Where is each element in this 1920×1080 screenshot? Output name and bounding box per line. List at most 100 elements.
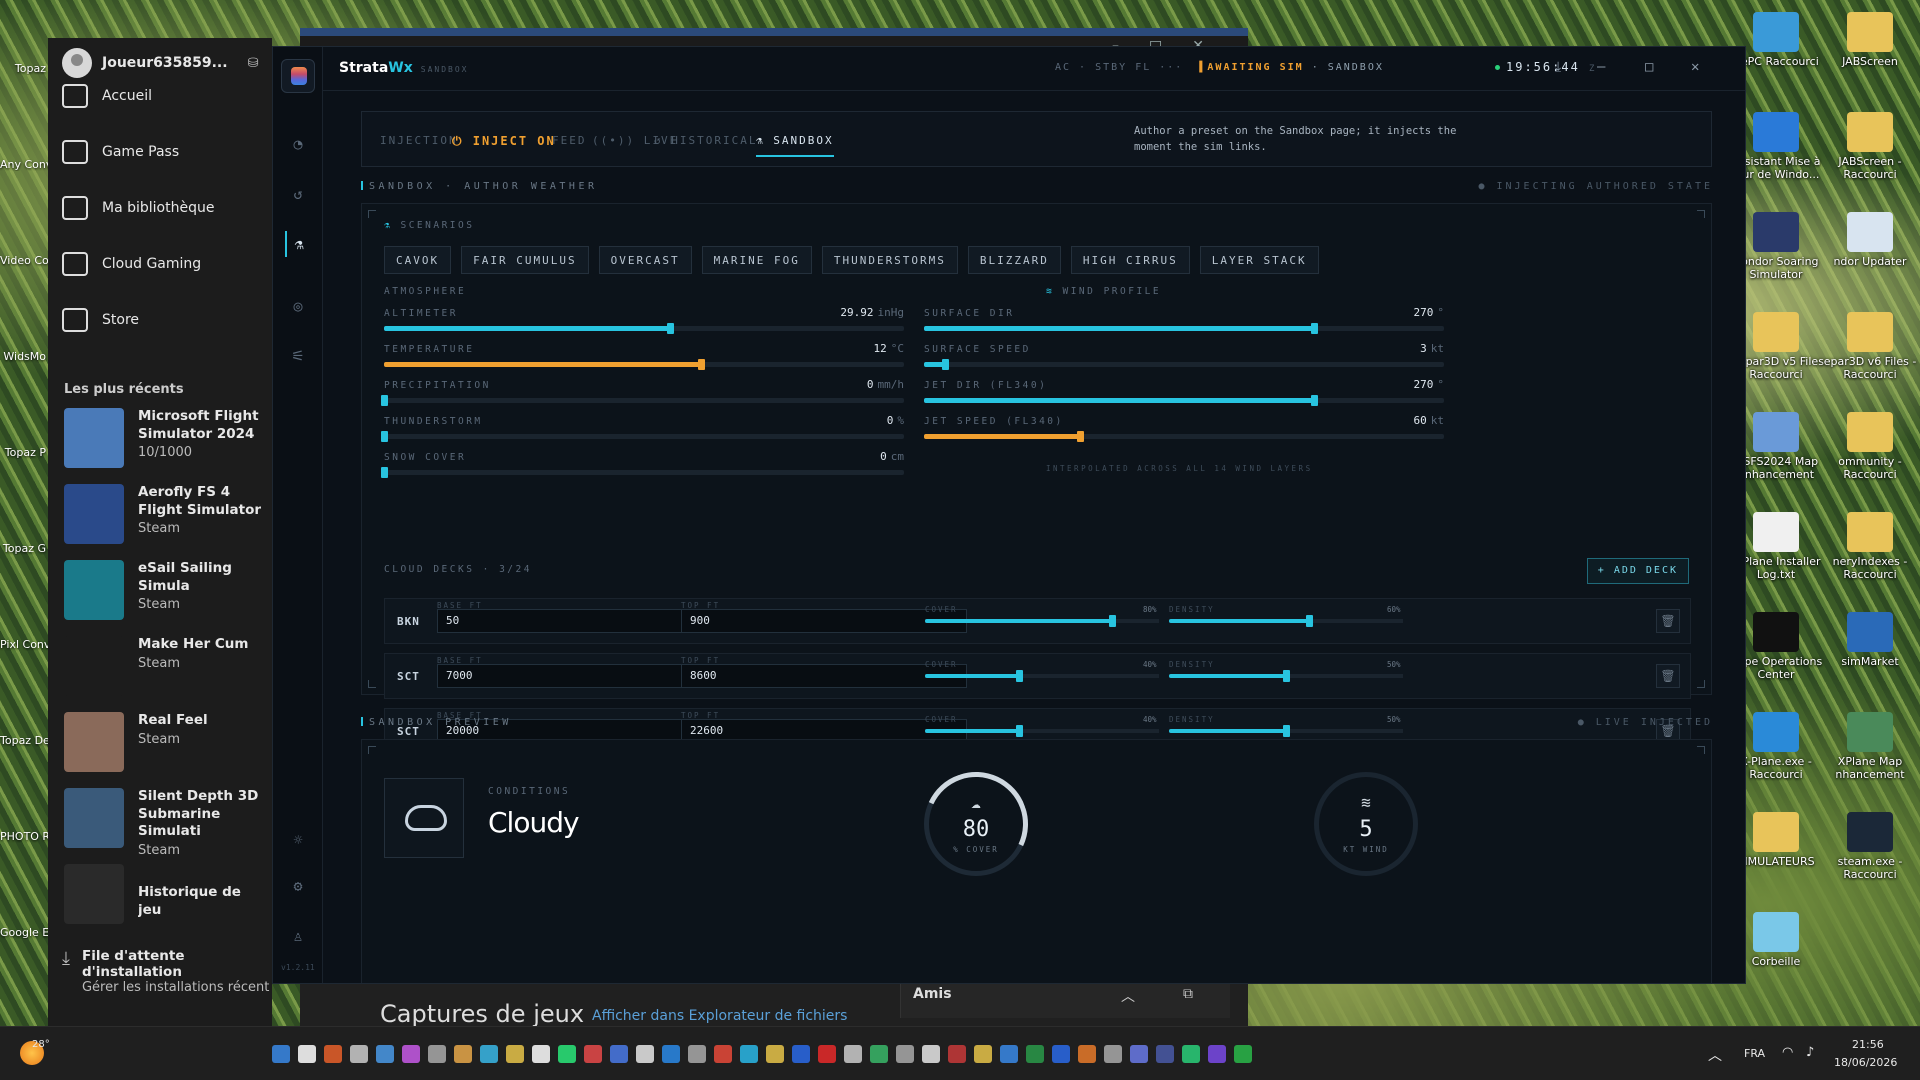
desktop-icon-label[interactable]: WidsMo [0,350,48,363]
taskbar-app-icon[interactable] [454,1045,472,1063]
download-icon[interactable]: ⤓ [1555,59,1561,75]
taskbar-app-icon[interactable] [584,1045,602,1063]
friends-panel[interactable]: Amis ︿ ⧉ [900,978,1230,1018]
tab-historical[interactable]: ↺ HISTORICAL [654,134,757,147]
slider-handle[interactable] [1311,323,1318,334]
taskbar-app-icon[interactable] [870,1045,888,1063]
desktop-icon[interactable]: JABScreen [1822,12,1918,68]
trash-icon[interactable]: 🗑 [1656,664,1680,688]
recent-game[interactable]: Historique de jeu [64,864,274,924]
scenario-chip[interactable]: BLIZZARD [967,246,1061,274]
desktop-icon-label[interactable]: Topaz P [0,446,48,459]
taskbar-app-icon[interactable] [818,1045,836,1063]
sidebar-item-gamepass[interactable]: Game Pass [62,140,262,164]
taskbar-app-icon[interactable] [766,1045,784,1063]
taskbar-app-icon[interactable] [1078,1045,1096,1063]
taskbar-app-icon[interactable] [1130,1045,1148,1063]
tab-feed[interactable]: FEED [552,134,587,147]
deck-slider[interactable] [1169,670,1403,682]
sidebar-item-library[interactable]: Ma bibliothèque [62,196,262,220]
taskbar-app-icon[interactable] [1000,1045,1018,1063]
slider-track[interactable] [381,467,904,478]
taskbar-app-icon[interactable] [480,1045,498,1063]
desktop-icon[interactable]: epar3D v6 Files - Raccourci [1822,312,1918,381]
slider-track[interactable] [924,431,1444,442]
deck-slider[interactable] [1169,615,1403,627]
scenario-chip[interactable]: HIGH CIRRUS [1070,246,1190,274]
scenario-chip[interactable]: OVERCAST [598,246,692,274]
clock-date[interactable]: 18/06/2026 [1834,1056,1897,1069]
slider-track[interactable] [924,395,1444,406]
sliders-icon[interactable]: ⚟ [285,343,311,369]
minimize-button[interactable]: – [1597,59,1605,75]
desktop-icon-label[interactable]: Topaz De [0,734,48,747]
taskbar-app-icon[interactable] [1208,1045,1226,1063]
tray-chevron-icon[interactable]: ︿ [1708,1045,1722,1065]
user-profile[interactable]: Joueur635859... ⛁ [62,48,258,78]
slider-track[interactable] [384,323,904,334]
desktop-icon[interactable]: ndor Updater [1822,212,1918,268]
sun-icon[interactable]: ☼ [285,827,311,853]
taskbar-app-icon[interactable] [376,1045,394,1063]
taskbar-app-icon[interactable] [714,1045,732,1063]
deck-slider[interactable] [1169,725,1403,737]
taskbar-app-icon[interactable] [558,1045,576,1063]
close-button[interactable]: ✕ [1691,59,1699,75]
taskbar-app-icon[interactable] [922,1045,940,1063]
desktop-icon[interactable]: XPlane Map nhancement [1822,712,1918,781]
radar-icon[interactable]: ◎ [285,293,311,319]
slider-handle[interactable] [1283,670,1290,682]
gear-icon[interactable]: ⚙ [285,873,311,899]
taskbar-app-icon[interactable] [610,1045,628,1063]
taskbar-app-icon[interactable] [1026,1045,1044,1063]
slider-track[interactable] [381,395,904,406]
scenario-chip[interactable]: FAIR CUMULUS [461,246,589,274]
scenario-chip[interactable]: THUNDERSTORMS [821,246,958,274]
taskbar-app-icon[interactable] [324,1045,342,1063]
taskbar-app-icon[interactable] [1182,1045,1200,1063]
slider-handle[interactable] [1077,431,1084,442]
popout-icon[interactable]: ⧉ [1183,986,1193,1002]
slider-track[interactable] [384,359,904,370]
desktop-icon-label[interactable]: PHOTO Racc [0,830,48,843]
profile-menu-icon[interactable]: ⛁ [248,56,259,71]
slider-handle[interactable] [698,359,706,370]
sidebar-item-home[interactable]: Accueil [62,84,262,108]
slider-track[interactable] [924,323,1444,334]
maximize-button[interactable]: □ [1645,59,1653,75]
taskbar-app-icon[interactable] [506,1045,524,1063]
slider-handle[interactable] [1015,670,1023,682]
slider-handle[interactable] [941,359,949,370]
taskbar-app-icon[interactable] [948,1045,966,1063]
sidebar-item-store[interactable]: Store [62,308,262,332]
user-icon[interactable]: ♙ [285,923,311,949]
slider-handle[interactable] [667,323,674,334]
desktop-icon-label[interactable]: Topaz G [0,542,48,555]
slider-handle[interactable] [381,431,388,442]
recent-game[interactable]: Silent Depth 3D Submarine Simulati Steam [64,788,274,860]
inject-on-toggle[interactable]: ⏻ INJECT ON [452,134,556,149]
tab-sandbox[interactable]: ⚗ SANDBOX [756,134,834,157]
slider-handle[interactable] [1311,395,1318,406]
scenario-chip[interactable]: LAYER STACK [1199,246,1319,274]
trash-icon[interactable]: 🗑 [1656,609,1680,633]
taskbar-app-icon[interactable] [402,1045,420,1063]
desktop-icon[interactable]: simMarket [1822,612,1918,668]
desktop-icon-label[interactable]: Google E [0,926,48,939]
volume-icon[interactable]: ♪ [1806,1045,1814,1060]
history-icon[interactable]: ↺ [285,181,311,207]
recent-game[interactable]: Aerofly FS 4 Flight Simulator Steam [64,484,274,544]
taskbar-app-icon[interactable] [974,1045,992,1063]
clock-time[interactable]: 21:56 [1852,1038,1884,1051]
taskbar-app-icon[interactable] [688,1045,706,1063]
scenario-chip[interactable]: CAVOK [384,246,452,274]
taskbar-app-icon[interactable] [1052,1045,1070,1063]
flask-icon[interactable]: ⚗ [285,231,311,257]
taskbar-app-icon[interactable] [740,1045,758,1063]
taskbar-app-icon[interactable] [844,1045,862,1063]
desktop-icon[interactable]: ommunity - Raccourci [1822,412,1918,481]
slider-track[interactable] [381,431,904,442]
desktop-icon[interactable]: steam.exe - Raccourci [1822,812,1918,881]
slider-track[interactable] [924,359,1444,370]
captures-link[interactable]: Afficher dans Explorateur de fichiers [592,1008,847,1024]
